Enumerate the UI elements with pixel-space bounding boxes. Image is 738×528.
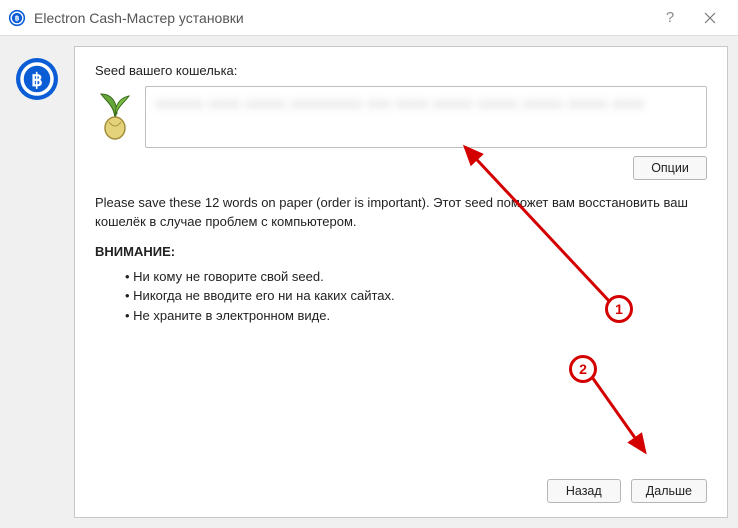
seed-words-hidden: xxxxxx xxxx xxxxx xxxxxxxxx xxx xxxx xxx… [156,95,696,113]
next-button[interactable]: Дальше [631,479,707,503]
close-button[interactable] [690,0,730,36]
titlebar-app-name: Electron Cash [34,10,122,26]
attention-item: Ни кому не говорите свой seed. [125,267,707,287]
annotation-marker-2: 2 [569,355,597,383]
bitcoin-logo-icon: ฿ [14,56,60,102]
help-button[interactable]: ? [650,0,690,36]
titlebar-subtitle: Мастер установки [127,10,244,26]
back-button[interactable]: Назад [547,479,621,503]
options-button[interactable]: Опции [633,156,707,180]
attention-item: Никогда не вводите его ни на каких сайта… [125,286,707,306]
app-icon: ฿ [8,9,26,27]
titlebar: ฿ Electron Cash - Мастер установки ? [0,0,738,36]
wizard-panel: Seed вашего кошелька: xxxxxx xxxx xxxxx … [74,46,728,518]
attention-list: Ни кому не говорите свой seed. Никогда н… [95,267,707,326]
seed-textarea[interactable]: xxxxxx xxxx xxxxx xxxxxxxxx xxx xxxx xxx… [145,86,707,148]
svg-text:฿: ฿ [31,70,42,90]
seed-help-text: Please save these 12 words on paper (ord… [95,194,707,232]
sidebar: ฿ [0,36,74,528]
seed-label: Seed вашего кошелька: [95,63,707,78]
attention-item: Не храните в электронном виде. [125,306,707,326]
seed-sprout-icon [95,86,135,148]
svg-text:฿: ฿ [15,14,20,22]
attention-heading: ВНИМАНИЕ: [95,244,707,259]
